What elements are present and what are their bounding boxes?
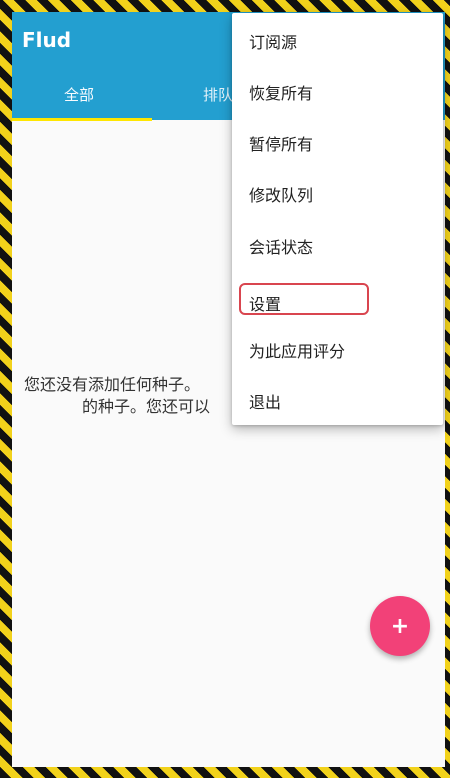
- menu-item-modify-queue[interactable]: 修改队列: [232, 168, 443, 219]
- menu-item-label: 会话状态: [249, 237, 314, 257]
- menu-item-resume-all[interactable]: 恢复所有: [232, 66, 443, 117]
- menu-item-exit[interactable]: 退出: [232, 375, 443, 426]
- menu-item-label: 为此应用评分: [249, 341, 346, 361]
- menu-item-pause-all[interactable]: 暂停所有: [232, 117, 443, 168]
- menu-item-label: 修改队列: [249, 185, 314, 205]
- tab-indicator: [12, 118, 152, 121]
- menu-item-label: 设置: [249, 294, 282, 314]
- hazard-frame: Flud 全部 排队 您还没有添加任何种子。 的种子。您还可以 + 订阅源 恢复…: [0, 0, 450, 778]
- menu-item-label: 恢复所有: [249, 83, 314, 103]
- menu-item-settings[interactable]: 设置: [232, 277, 443, 328]
- menu-item-feeds[interactable]: 订阅源: [232, 15, 443, 66]
- overflow-menu: 订阅源 恢复所有 暂停所有 修改队列 会话状态 设置 为此应用评分 退出: [232, 13, 443, 425]
- menu-item-session-status[interactable]: 会话状态: [232, 220, 443, 271]
- menu-item-label: 暂停所有: [249, 134, 314, 154]
- app-title: Flud: [22, 28, 72, 52]
- menu-item-rate-app[interactable]: 为此应用评分: [232, 324, 443, 375]
- add-torrent-button[interactable]: +: [370, 596, 430, 656]
- menu-item-label: 退出: [249, 392, 282, 412]
- plus-icon: +: [390, 613, 410, 639]
- menu-item-label: 订阅源: [249, 32, 298, 52]
- tab-queued[interactable]: 排队: [203, 84, 233, 105]
- tab-all[interactable]: 全部: [64, 84, 94, 105]
